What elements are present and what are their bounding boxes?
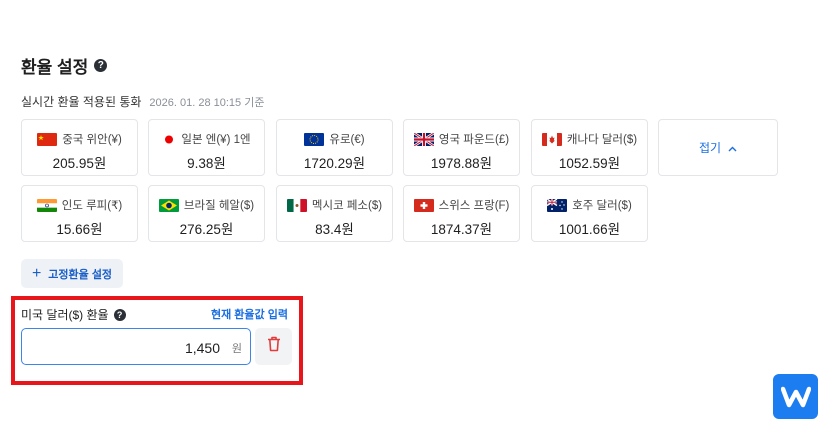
delete-button[interactable]	[255, 328, 292, 365]
currency-card-inr: 인도 루피(₹) 15.66원	[21, 185, 138, 242]
china-flag-icon	[37, 132, 58, 146]
brand-logo-icon[interactable]	[773, 374, 818, 419]
currency-name: 멕시코 페소($)	[311, 200, 383, 212]
currency-name: 캐나다 달러($)	[566, 134, 638, 146]
currency-name: 일본 엔(¥) 1엔	[181, 134, 251, 146]
question-icon[interactable]: ?	[113, 308, 126, 321]
india-flag-icon	[36, 198, 57, 212]
mexico-flag-icon	[286, 198, 307, 212]
currency-value: 1052.59원	[558, 156, 621, 171]
collapse-button[interactable]: 접기	[658, 119, 778, 176]
page-title: 환율 설정	[21, 58, 89, 77]
currency-value: 83.4원	[315, 222, 354, 237]
title-row: 환율 설정 ?	[21, 53, 108, 78]
currency-value: 15.66원	[56, 222, 103, 237]
switzerland-flag-icon	[413, 198, 434, 212]
currency-card-gbp: 영국 파운드(£) 1978.88원	[403, 119, 520, 176]
currency-value: 205.95원	[52, 156, 107, 171]
plus-icon: +	[31, 264, 42, 282]
currency-card-mxn: 멕시코 페소($) 83.4원	[276, 185, 393, 242]
currency-value: 9.38원	[187, 156, 226, 171]
currency-value: 276.25원	[179, 222, 234, 237]
currency-name: 중국 위안(¥)	[62, 134, 122, 146]
currency-card-cny: 중국 위안(¥) 205.95원	[21, 119, 138, 176]
realtime-label: 실시간 환율 적용된 통화	[21, 95, 142, 109]
currency-name: 스위스 프랑(F)	[438, 200, 510, 212]
currency-value: 1720.29원	[303, 156, 366, 171]
usd-label-row: 미국 달러($) 환율 ?	[21, 306, 126, 323]
australia-flag-icon	[547, 198, 568, 212]
fixed-rate-label: 고정환율 설정	[48, 268, 113, 281]
canada-flag-icon	[541, 132, 562, 146]
collapse-label: 접기	[698, 141, 722, 155]
eu-flag-icon	[304, 132, 325, 146]
usd-rate-label: 미국 달러($) 환율	[21, 308, 109, 322]
brazil-flag-icon	[158, 198, 179, 212]
currency-card-eur: 유로(€) 1720.29원	[276, 119, 393, 176]
currency-name: 브라질 헤알($)	[183, 200, 255, 212]
usd-rate-field[interactable]: 원	[21, 328, 251, 366]
currency-card-aud: 호주 달러($) 1001.66원	[531, 185, 648, 242]
currency-value: 1978.88원	[430, 156, 493, 171]
currency-value: 1001.66원	[558, 222, 621, 237]
trash-icon	[267, 336, 281, 357]
chevron-up-icon	[728, 141, 737, 155]
japan-flag-icon	[162, 132, 177, 146]
usd-rate-input[interactable]	[48, 329, 222, 366]
unit-label: 원	[231, 343, 242, 355]
currency-name: 인도 루피(₹)	[61, 200, 123, 212]
fixed-rate-button[interactable]: + 고정환율 설정	[21, 259, 123, 288]
currency-card-brl: 브라질 헤알($) 276.25원	[148, 185, 265, 242]
current-rate-link[interactable]: 현재 환율값 입력	[211, 306, 288, 322]
currency-name: 호주 달러($)	[572, 200, 632, 212]
realtime-row: 실시간 환율 적용된 통화 2026. 01. 28 10:15 기준	[21, 93, 264, 110]
question-icon[interactable]: ?	[94, 59, 108, 72]
currency-card-jpy: 일본 엔(¥) 1엔 9.38원	[148, 119, 265, 176]
currency-name: 영국 파운드(£)	[438, 134, 510, 146]
currency-value: 1874.37원	[430, 222, 493, 237]
realtime-timestamp: 2026. 01. 28 10:15 기준	[149, 97, 265, 109]
currency-card-cad: 캐나다 달러($) 1052.59원	[531, 119, 648, 176]
currency-name: 유로(€)	[329, 134, 365, 146]
currency-card-chf: 스위스 프랑(F) 1874.37원	[403, 185, 520, 242]
uk-flag-icon	[413, 132, 434, 146]
